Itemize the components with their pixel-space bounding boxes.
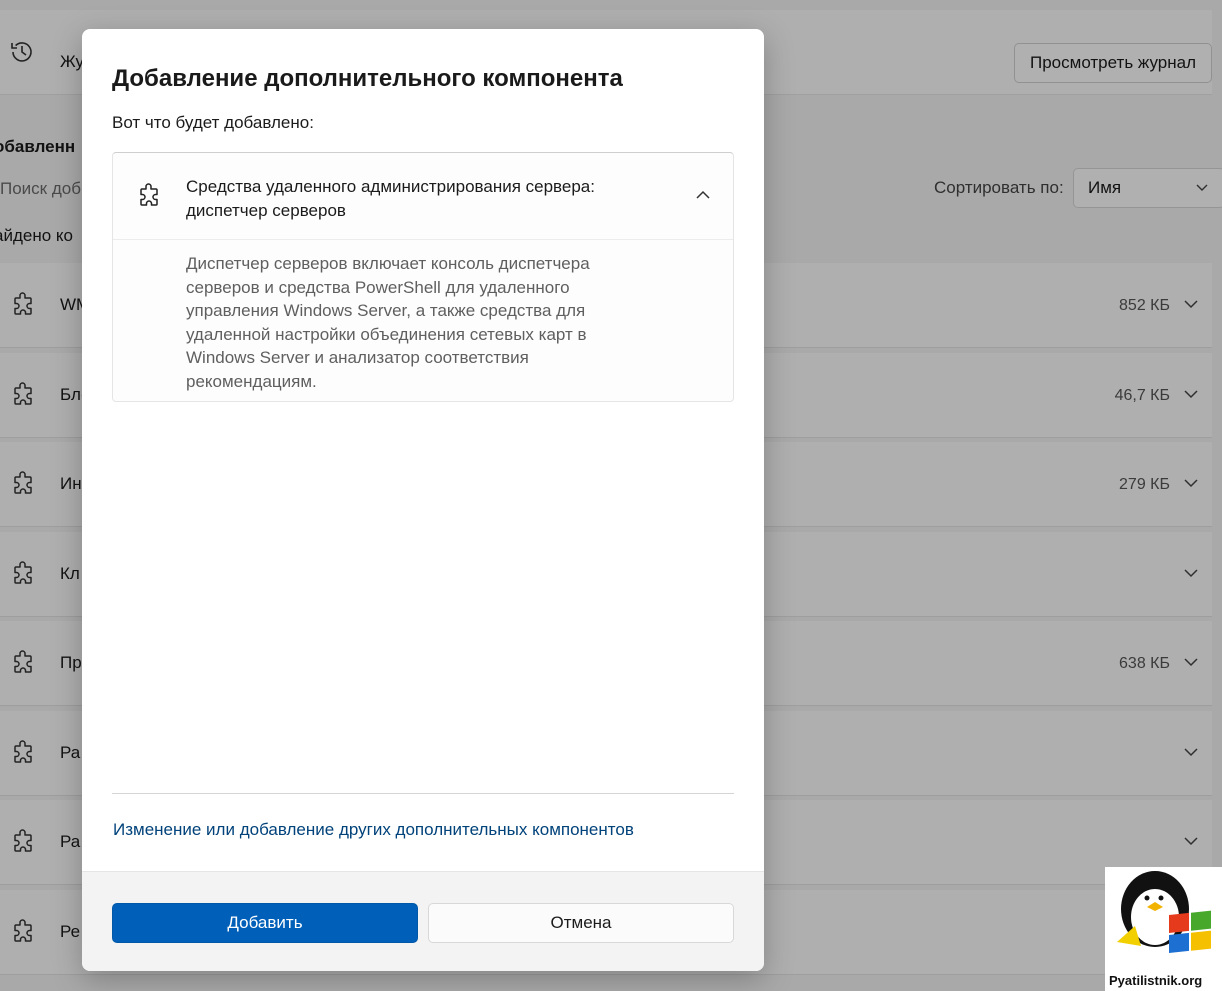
puzzle-icon <box>140 183 158 206</box>
dialog-divider <box>112 793 734 794</box>
site-watermark: Pyatilistnik.org <box>1105 867 1222 991</box>
chevron-up-icon[interactable] <box>695 189 711 201</box>
change-features-link[interactable]: Изменение или добавление других дополнит… <box>113 820 634 840</box>
dialog-title: Добавление дополнительного компонента <box>112 65 623 92</box>
feature-card: Средства удаленного администрирования се… <box>112 152 734 402</box>
penguin-logo-icon <box>1117 871 1211 953</box>
feature-name: Средства удаленного администрирования се… <box>186 177 595 220</box>
add-optional-feature-dialog: Добавление дополнительного компонента Во… <box>82 29 764 971</box>
feature-description: Диспетчер серверов включает консоль дисп… <box>186 254 590 391</box>
feature-card-header[interactable]: Средства удаленного администрирования се… <box>113 153 733 240</box>
cancel-button[interactable]: Отмена <box>428 903 734 943</box>
dialog-footer: Добавить Отмена <box>82 871 764 971</box>
dialog-subtitle: Вот что будет добавлено: <box>112 113 314 132</box>
add-button[interactable]: Добавить <box>112 903 418 943</box>
watermark-text: Pyatilistnik.org <box>1109 973 1203 988</box>
